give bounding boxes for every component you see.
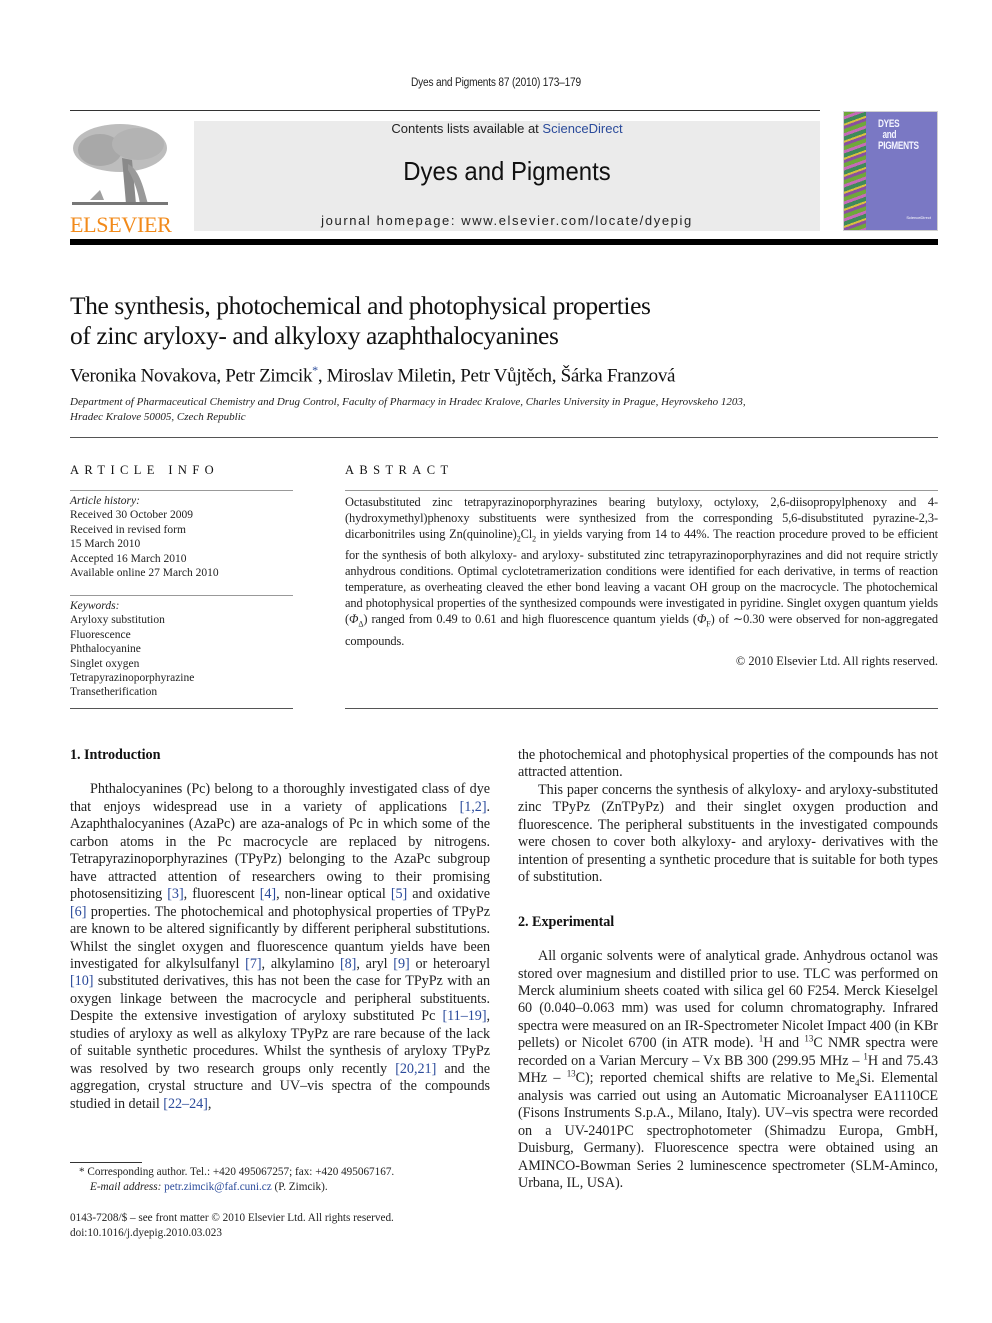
corresponding-author-footnote: * Corresponding author. Tel.: +420 49506… [79, 1166, 395, 1193]
keyword: Singlet oxygen [70, 657, 140, 670]
keyword: Tetrapyrazinoporphyrazine [70, 672, 195, 685]
article-info-rule [70, 490, 293, 491]
author-list: Veronika Novakova, Petr Zimcik*, Mirosla… [70, 363, 676, 387]
doi-link[interactable]: doi:10.1016/j.dyepig.2010.03.023 [70, 1226, 500, 1241]
contents-availability: Contents lists available at ScienceDirec… [391, 121, 623, 136]
elsevier-logo[interactable]: ELSEVIER [70, 120, 172, 237]
author-name: Miroslav Miletin [326, 365, 452, 387]
introduction-continuation: the photochemical and photophysical prop… [518, 747, 938, 781]
header-thick-rule [70, 239, 938, 245]
history-item: Available online 27 March 2010 [70, 567, 219, 580]
author-name: Petr Vůjtěch [460, 365, 552, 387]
abstract-bottom-rule [345, 708, 938, 709]
citation-link[interactable]: [20,21] [395, 1061, 436, 1077]
author-email-link[interactable]: petr.zimcik@faf.cuni.cz [164, 1181, 272, 1193]
sciencedirect-link[interactable]: ScienceDirect [542, 121, 622, 136]
keyword: Fluorescence [70, 628, 131, 641]
header-rule [70, 110, 820, 111]
citation-link[interactable]: [7] [245, 956, 261, 972]
abstract-text: Octasubstituted zinc tetrapyrazinoporphy… [345, 495, 939, 648]
section-heading-introduction: 1. Introduction [70, 747, 161, 763]
citation-link[interactable]: [3] [167, 886, 183, 902]
elsevier-wordmark: ELSEVIER [70, 212, 172, 237]
introduction-paragraph-2: This paper concerns the synthesis of alk… [518, 781, 938, 886]
abstract-heading: ABSTRACT [345, 463, 454, 477]
keyword: Aryloxy substitution [70, 614, 165, 627]
keywords-rule [70, 595, 293, 596]
journal-title: Dyes and Pigments [403, 156, 611, 186]
article-info-heading: ARTICLE INFO [70, 463, 220, 477]
cover-title: DYES and PIGMENTS [878, 118, 919, 152]
abstract-rule [345, 490, 938, 491]
history-item: 15 March 2010 [70, 538, 141, 551]
journal-banner: Contents lists available at ScienceDirec… [194, 121, 820, 231]
citation-link[interactable]: [4] [260, 886, 276, 902]
running-head: Dyes and Pigments 87 (2010) 173–179 [411, 77, 581, 89]
corresponding-author-mark[interactable]: * [312, 363, 318, 377]
journal-cover-thumbnail[interactable]: DYES and PIGMENTS ScienceDirect [843, 111, 938, 231]
author-name: Šárka Franzová [560, 365, 676, 387]
article-title: The synthesis, photochemical and photoph… [70, 291, 651, 350]
affiliation: Department of Pharmaceutical Chemistry a… [70, 396, 746, 423]
experimental-paragraph-1: All organic solvents were of analytical … [518, 948, 939, 1191]
citation-link[interactable]: [5] [391, 886, 407, 902]
citation-link[interactable]: [22–24] [163, 1096, 208, 1112]
citation-link[interactable]: [10] [70, 973, 93, 989]
abstract-copyright: © 2010 Elsevier Ltd. All rights reserved… [735, 654, 938, 668]
title-divider [70, 437, 938, 438]
history-item: Received 30 October 2009 [70, 509, 193, 522]
article-history: Article history: Received 30 October 200… [70, 494, 295, 580]
body-right-column: the photochemical and photophysical prop… [518, 747, 938, 1192]
introduction-paragraph-1: Phthalocyanines (Pc) belong to a thoroug… [70, 781, 491, 1112]
keywords: Keywords: Aryloxy substitution Fluoresce… [70, 599, 295, 700]
author-name: Veronika Novakova [70, 365, 217, 387]
front-matter: 0143-7208/$ – see front matter © 2010 El… [70, 1211, 500, 1240]
author-name: Petr Zimcik [225, 365, 313, 387]
issn-copyright: 0143-7208/$ – see front matter © 2010 El… [70, 1212, 394, 1224]
footnote-rule [70, 1162, 142, 1163]
article-info-bottom-rule [70, 708, 293, 709]
citation-link[interactable]: [8] [340, 956, 356, 972]
history-item: Accepted 16 March 2010 [70, 552, 187, 565]
body-left-column: 1. Introduction Phthalocyanines (Pc) bel… [70, 747, 490, 1113]
citation-link[interactable]: [1,2] [460, 799, 487, 815]
history-item: Received in revised form [70, 523, 186, 536]
keyword: Phthalocyanine [70, 643, 141, 656]
citation-link[interactable]: [9] [393, 956, 409, 972]
elsevier-tree-icon [70, 120, 170, 208]
journal-homepage[interactable]: journal homepage: www.elsevier.com/locat… [194, 213, 820, 228]
keyword: Transetherification [70, 686, 158, 699]
cover-art [844, 112, 866, 230]
citation-link[interactable]: [11–19] [442, 1008, 486, 1024]
section-heading-experimental: 2. Experimental [518, 913, 615, 930]
citation-link[interactable]: [6] [70, 904, 86, 920]
cover-sciencedirect: ScienceDirect [906, 215, 931, 220]
